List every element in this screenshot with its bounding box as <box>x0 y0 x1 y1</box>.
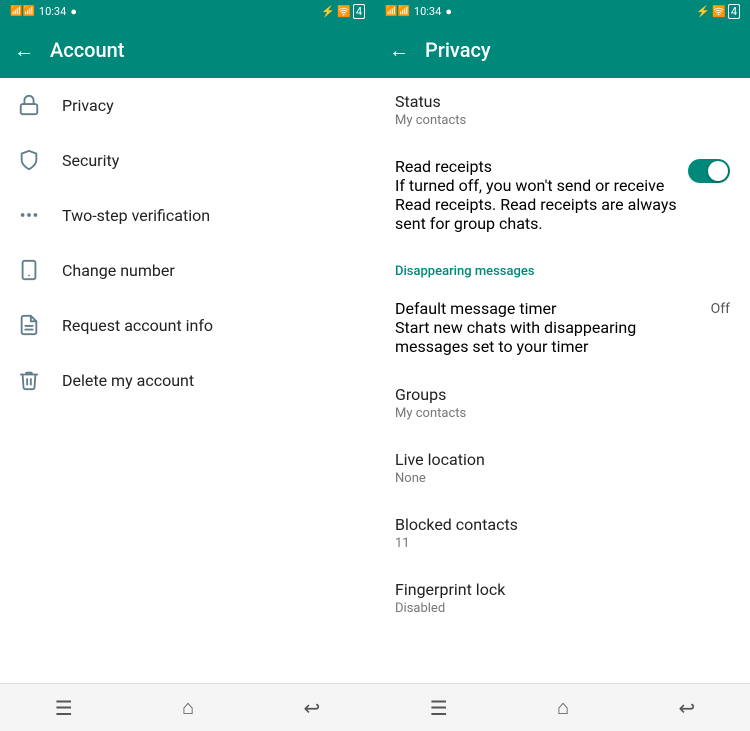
status-title: Status <box>395 92 730 111</box>
timer-value: Off <box>711 301 730 317</box>
read-receipts-toggle[interactable] <box>688 159 730 183</box>
time-privacy: 10:34 <box>414 5 441 18</box>
battery-icon-p: 4 <box>728 4 740 19</box>
disappearing-section-label: Disappearing messages <box>375 248 750 285</box>
dot-icon-p: ● <box>445 5 452 18</box>
read-receipts-left: Read receipts If turned off, you won't s… <box>395 157 688 233</box>
status-right-icons-p: ⚡ 🛜 4 <box>696 4 740 19</box>
bottom-nav-privacy: ☰ ⌂ ↩ <box>375 683 750 731</box>
menu-item-privacy[interactable]: Privacy <box>0 78 375 133</box>
security-label: Security <box>62 151 119 170</box>
battery-icon: 4 <box>353 4 365 19</box>
dot-icon: ● <box>70 5 77 18</box>
account-header: ← Account <box>0 22 375 78</box>
home-nav-icon-p[interactable]: ⌂ <box>557 695 569 720</box>
privacy-item-blocked[interactable]: Blocked contacts 11 <box>375 501 750 566</box>
status-value: My contacts <box>395 113 730 128</box>
timer-title: Default message timer <box>395 299 711 318</box>
privacy-item-groups[interactable]: Groups My contacts <box>375 371 750 436</box>
back-button[interactable]: ← <box>14 38 34 63</box>
privacy-header: ← Privacy <box>375 22 750 78</box>
privacy-screen: 📶📶 10:34 ● ⚡ 🛜 4 ← Privacy Status My con… <box>375 0 750 731</box>
menu-item-security[interactable]: Security <box>0 133 375 188</box>
bottom-nav-account: ☰ ⌂ ↩ <box>0 683 375 731</box>
privacy-item-live-location[interactable]: Live location None <box>375 436 750 501</box>
delete-account-label: Delete my account <box>62 371 194 390</box>
privacy-item-read-receipts[interactable]: Read receipts If turned off, you won't s… <box>375 143 750 248</box>
privacy-content: Status My contacts Read receipts If turn… <box>375 78 750 683</box>
menu-item-two-step[interactable]: Two-step verification <box>0 188 375 243</box>
privacy-title: Privacy <box>425 38 491 62</box>
timer-left: Default message timer Start new chats wi… <box>395 299 711 356</box>
fingerprint-value: Disabled <box>395 601 730 616</box>
account-menu-list: Privacy Security Two-step verification <box>0 78 375 683</box>
privacy-label: Privacy <box>62 96 114 115</box>
wifi-icon-p: 🛜 <box>712 5 726 18</box>
menu-nav-icon[interactable]: ☰ <box>55 696 73 720</box>
groups-value: My contacts <box>395 406 730 421</box>
blocked-value: 11 <box>395 536 730 551</box>
phone-icon <box>16 257 42 283</box>
menu-item-delete-account[interactable]: Delete my account <box>0 353 375 408</box>
two-step-label: Two-step verification <box>62 206 210 225</box>
signal-icons: 📶📶 <box>10 6 35 17</box>
privacy-item-default-timer[interactable]: Default message timer Start new chats wi… <box>375 285 750 371</box>
bluetooth-icon: ⚡ <box>321 5 335 18</box>
privacy-item-fingerprint[interactable]: Fingerprint lock Disabled <box>375 566 750 631</box>
trash-icon <box>16 367 42 393</box>
menu-item-request-info[interactable]: Request account info <box>0 298 375 353</box>
account-screen: 📶📶 10:34 ● ⚡ 🛜 4 ← Account Privacy <box>0 0 375 731</box>
status-right-icons: ⚡ 🛜 4 <box>321 4 365 19</box>
live-location-title: Live location <box>395 450 730 469</box>
back-nav-icon[interactable]: ↩ <box>304 696 321 720</box>
lock-icon <box>16 92 42 118</box>
live-location-value: None <box>395 471 730 486</box>
signal-icons-p: 📶📶 <box>385 6 410 17</box>
timer-desc: Start new chats with disappearing messag… <box>395 318 711 356</box>
privacy-item-status[interactable]: Status My contacts <box>375 78 750 143</box>
time-account: 10:34 <box>39 5 66 18</box>
home-nav-icon[interactable]: ⌂ <box>182 695 194 720</box>
file-icon <box>16 312 42 338</box>
request-info-label: Request account info <box>62 316 213 335</box>
read-receipts-title: Read receipts <box>395 157 688 176</box>
bluetooth-icon-p: ⚡ <box>696 5 710 18</box>
read-receipts-desc: If turned off, you won't send or receive… <box>395 176 688 233</box>
wifi-icon: 🛜 <box>337 5 351 18</box>
back-button-privacy[interactable]: ← <box>389 38 409 63</box>
fingerprint-title: Fingerprint lock <box>395 580 730 599</box>
account-title: Account <box>50 38 124 62</box>
menu-nav-icon-p[interactable]: ☰ <box>430 696 448 720</box>
dots-icon <box>16 202 42 228</box>
status-bar-account: 📶📶 10:34 ● ⚡ 🛜 4 <box>0 0 375 22</box>
shield-icon <box>16 147 42 173</box>
blocked-title: Blocked contacts <box>395 515 730 534</box>
menu-item-change-number[interactable]: Change number <box>0 243 375 298</box>
change-number-label: Change number <box>62 261 175 280</box>
back-nav-icon-p[interactable]: ↩ <box>679 696 696 720</box>
status-bar-privacy: 📶📶 10:34 ● ⚡ 🛜 4 <box>375 0 750 22</box>
groups-title: Groups <box>395 385 730 404</box>
